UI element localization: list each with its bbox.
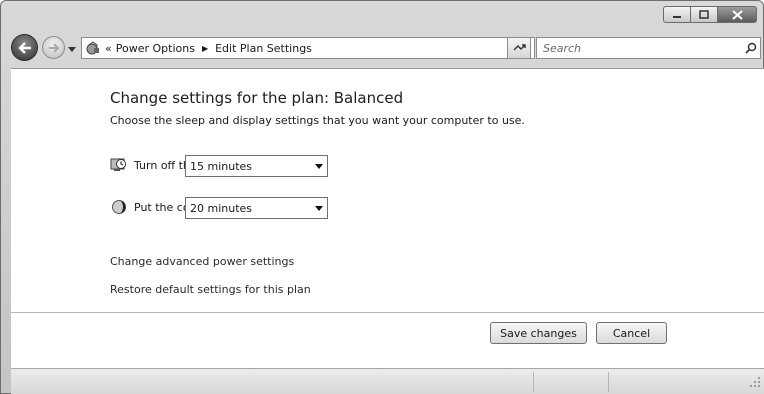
page-subtitle: Choose the sleep and display settings th…	[110, 114, 525, 127]
forward-arrow-icon	[48, 42, 59, 53]
chevron-down-icon[interactable]	[311, 205, 327, 211]
address-bar[interactable]: « Power Options ▶ Edit Plan Settings	[81, 37, 535, 59]
maximize-button[interactable]	[691, 6, 717, 23]
restore-defaults-link[interactable]: Restore default settings for this plan	[110, 283, 311, 296]
breadcrumb-power-options[interactable]: Power Options	[116, 42, 195, 55]
chevron-down-icon[interactable]	[311, 163, 327, 169]
search-input[interactable]: Search	[543, 42, 742, 55]
monitor-icon	[110, 157, 127, 174]
window: « Power Options ▶ Edit Plan Settings Sea…	[0, 0, 764, 394]
chevron-down-icon	[68, 47, 76, 52]
close-icon	[731, 9, 743, 20]
maximize-icon	[699, 10, 709, 19]
back-button[interactable]	[11, 34, 38, 61]
close-button[interactable]	[717, 6, 757, 23]
change-advanced-settings-link[interactable]: Change advanced power settings	[110, 255, 294, 268]
search-box[interactable]: Search	[536, 37, 761, 59]
minimize-button[interactable]	[663, 6, 691, 23]
status-bar	[11, 368, 764, 394]
select-value: 15 minutes	[190, 159, 253, 173]
page-title: Change settings for the plan: Balanced	[110, 89, 404, 107]
refresh-icon	[513, 44, 526, 51]
breadcrumb-edit-plan-settings[interactable]: Edit Plan Settings	[215, 42, 312, 55]
status-divider	[608, 372, 609, 392]
recent-pages-button[interactable]	[68, 42, 76, 55]
navigation-bar: « Power Options ▶ Edit Plan Settings Sea…	[7, 33, 761, 61]
moon-icon	[110, 199, 127, 216]
status-divider	[533, 372, 534, 392]
minimize-icon	[673, 15, 681, 18]
breadcrumb-separator-icon[interactable]: ▶	[202, 44, 208, 53]
search-icon[interactable]	[742, 42, 760, 54]
content-pane: Change settings for the plan: Balanced C…	[11, 68, 764, 368]
save-changes-button[interactable]: Save changes	[490, 322, 587, 344]
breadcrumb-overflow[interactable]: «	[105, 42, 112, 55]
refresh-button[interactable]	[507, 37, 531, 59]
sleep-timeout-select[interactable]: 20 minutes	[185, 197, 328, 219]
divider	[11, 312, 764, 313]
resize-grip-icon[interactable]	[749, 376, 761, 391]
control-panel-icon	[85, 40, 101, 56]
cancel-button[interactable]: Cancel	[596, 322, 667, 344]
forward-button[interactable]	[42, 36, 65, 59]
select-value: 20 minutes	[190, 201, 253, 215]
display-timeout-select[interactable]: 15 minutes	[185, 155, 328, 177]
caption-buttons	[663, 6, 757, 23]
back-arrow-icon	[17, 41, 31, 54]
